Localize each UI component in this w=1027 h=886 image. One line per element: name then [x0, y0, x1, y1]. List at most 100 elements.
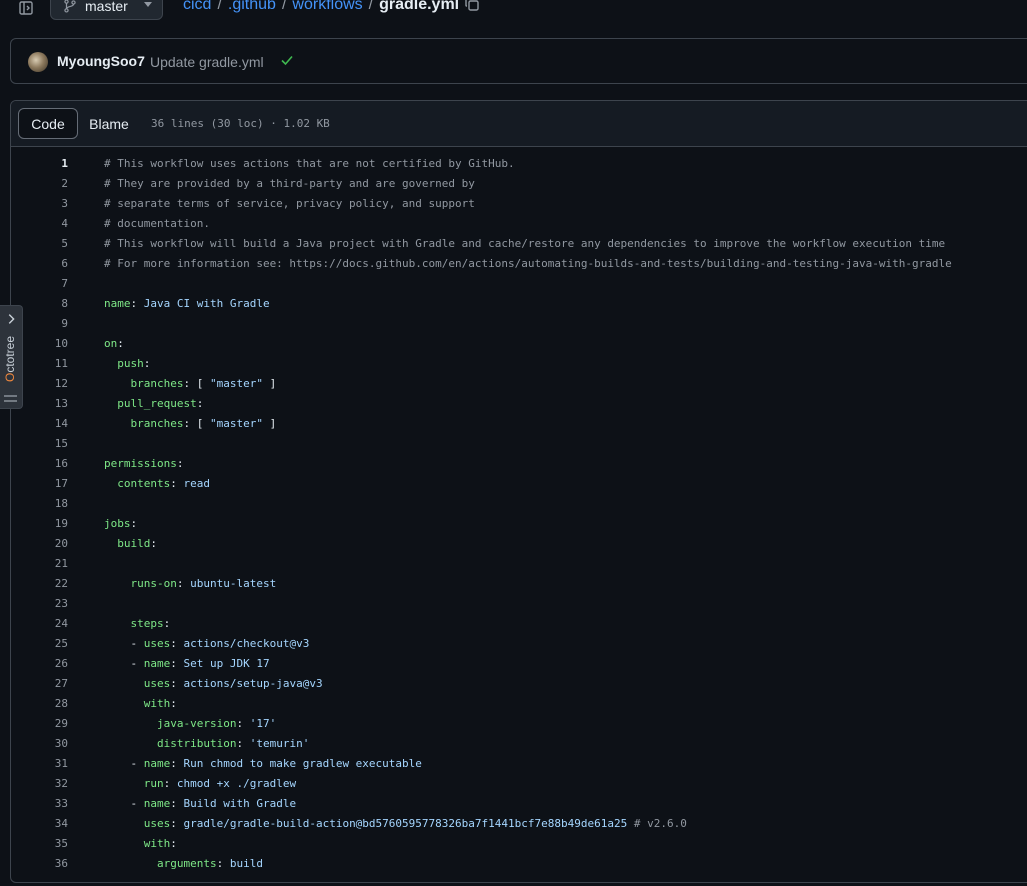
commit-author-link[interactable]: MyoungSoo7 — [57, 53, 145, 69]
line-number[interactable]: 7 — [31, 274, 68, 294]
branch-selector-button[interactable]: master — [50, 0, 163, 20]
code-token: with — [143, 837, 171, 850]
breadcrumb-github-dir-link[interactable]: .github — [228, 0, 276, 14]
file-header: Code Blame 36 lines (30 loc) · 1.02 KB — [11, 101, 1027, 147]
code-token: : — [170, 757, 184, 770]
code-view[interactable]: 1 # This workflow uses actions that are n… — [11, 154, 1027, 874]
line-number[interactable]: 6 — [31, 254, 68, 274]
code-line: 20 build: — [11, 534, 1027, 554]
line-number[interactable]: 21 — [31, 554, 68, 574]
line-number[interactable]: 24 — [31, 614, 68, 634]
line-number[interactable]: 4 — [31, 214, 68, 234]
line-number[interactable]: 17 — [31, 474, 68, 494]
line-number[interactable]: 34 — [31, 814, 68, 834]
code-token: ] — [262, 417, 277, 430]
code-token: # separate terms of service, privacy pol… — [104, 197, 475, 210]
chevron-right-icon — [8, 314, 15, 324]
code-line: 34 uses: gradle/gradle-build-action@bd57… — [11, 814, 1027, 834]
code-line: 21 — [11, 554, 1027, 574]
line-number[interactable]: 26 — [31, 654, 68, 674]
line-number[interactable]: 2 — [31, 174, 68, 194]
code-token: : — [170, 837, 177, 850]
line-number[interactable]: 10 — [31, 334, 68, 354]
line-number[interactable]: 29 — [31, 714, 68, 734]
code-token: 'temurin' — [249, 737, 310, 750]
code-line: 13 pull_request: — [11, 394, 1027, 414]
line-number[interactable]: 3 — [31, 194, 68, 214]
line-content: with: — [104, 694, 177, 714]
breadcrumb-repo-link[interactable]: cicd — [183, 0, 211, 14]
code-tab-button[interactable]: Code — [18, 108, 78, 139]
line-number[interactable]: 32 — [31, 774, 68, 794]
code-line: 3 # separate terms of service, privacy po… — [11, 194, 1027, 214]
commit-message-link[interactable]: Update gradle.yml — [150, 54, 264, 70]
line-number[interactable]: 9 — [31, 314, 68, 334]
code-token: run — [143, 777, 164, 790]
line-number[interactable]: 12 — [31, 374, 68, 394]
line-number[interactable]: 13 — [31, 394, 68, 414]
line-content: jobs: — [104, 514, 137, 534]
line-number[interactable]: 36 — [31, 854, 68, 874]
author-avatar[interactable] — [28, 52, 48, 72]
copy-path-button[interactable] — [464, 0, 484, 16]
line-number[interactable]: 23 — [31, 594, 68, 614]
line-number[interactable]: 14 — [31, 414, 68, 434]
line-number[interactable]: 31 — [31, 754, 68, 774]
line-number[interactable]: 19 — [31, 514, 68, 534]
code-line: 11 push: — [11, 354, 1027, 374]
blame-tab-button[interactable]: Blame — [78, 108, 140, 139]
code-token: with — [143, 697, 171, 710]
code-token: : — [236, 717, 250, 730]
code-token: : — [170, 657, 184, 670]
code-token: chmod +x ./gradlew — [176, 777, 297, 790]
code-token: java-version — [156, 717, 237, 730]
breadcrumb-separator: / — [368, 0, 374, 13]
line-number[interactable]: 16 — [31, 454, 68, 474]
line-number[interactable]: 8 — [31, 294, 68, 314]
code-line: 31 - name: Run chmod to make gradlew exe… — [11, 754, 1027, 774]
expand-file-tree-button[interactable] — [12, 0, 40, 20]
code-token: branches — [130, 377, 184, 390]
code-line: 29 java-version: '17' — [11, 714, 1027, 734]
line-content: distribution: 'temurin' — [104, 734, 309, 754]
line-number[interactable]: 1 — [31, 154, 68, 174]
breadcrumb-workflows-dir-link[interactable]: workflows — [292, 0, 362, 14]
line-number[interactable]: 20 — [31, 534, 68, 554]
octotree-toggle[interactable]: Octotree — [0, 305, 23, 409]
file-viewer: Code Blame 36 lines (30 loc) · 1.02 KB 1… — [10, 100, 1027, 883]
line-content: branches: [ "master" ] — [104, 414, 277, 434]
code-token: : — [236, 737, 250, 750]
code-line: 8 name: Java CI with Gradle — [11, 294, 1027, 314]
code-token: Build with Gradle — [183, 797, 297, 810]
code-token: - — [104, 757, 144, 770]
file-info: 36 lines (30 loc) · 1.02 KB — [151, 117, 330, 130]
line-number[interactable]: 25 — [31, 634, 68, 654]
line-content: - name: Build with Gradle — [104, 794, 296, 814]
line-number[interactable]: 15 — [31, 434, 68, 454]
line-number[interactable]: 11 — [31, 354, 68, 374]
code-line: 4 # documentation. — [11, 214, 1027, 234]
line-content: push: — [104, 354, 150, 374]
line-number[interactable]: 28 — [31, 694, 68, 714]
line-number[interactable]: 35 — [31, 834, 68, 854]
code-token: : — [143, 357, 151, 370]
line-number[interactable]: 27 — [31, 674, 68, 694]
line-number[interactable]: 22 — [31, 574, 68, 594]
code-line: 17 contents: read — [11, 474, 1027, 494]
code-token: name — [104, 297, 131, 310]
code-token: ubuntu-latest — [190, 577, 277, 590]
check-icon[interactable] — [279, 52, 295, 68]
line-number[interactable]: 33 — [31, 794, 68, 814]
code-line: 36 arguments: build — [11, 854, 1027, 874]
line-number[interactable]: 5 — [31, 234, 68, 254]
line-number[interactable]: 30 — [31, 734, 68, 754]
code-token: : — [170, 817, 184, 830]
line-number[interactable]: 18 — [31, 494, 68, 514]
code-line: 5 # This workflow will build a Java proje… — [11, 234, 1027, 254]
breadcrumb-separator: / — [281, 0, 287, 13]
